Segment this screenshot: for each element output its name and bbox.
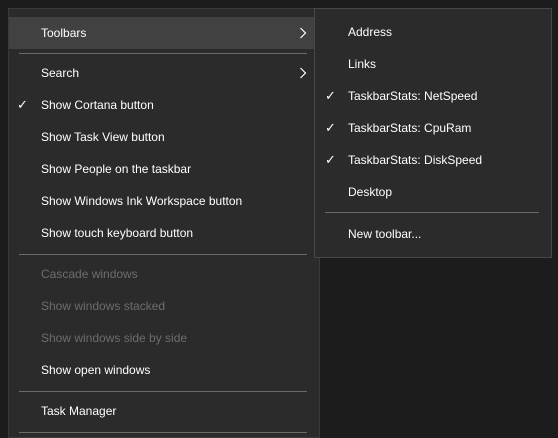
menu-item-label: Show Task View button — [41, 130, 165, 144]
taskbar-context-menu: Toolbars Search ✓ Show Cortana button Sh… — [8, 8, 320, 438]
menu-item-cascade-windows: Cascade windows — [9, 258, 319, 290]
menu-item-label: Cascade windows — [41, 267, 138, 281]
menu-item-show-open-windows[interactable]: Show open windows — [9, 354, 319, 386]
menu-item-show-people[interactable]: Show People on the taskbar — [9, 153, 319, 185]
chevron-right-icon — [299, 67, 307, 79]
submenu-item-address[interactable]: Address — [315, 16, 551, 48]
submenu-item-label: TaskbarStats: CpuRam — [348, 121, 472, 135]
checkmark-icon: ✓ — [325, 152, 336, 167]
submenu-item-taskbarstats-netspeed[interactable]: ✓ TaskbarStats: NetSpeed — [315, 80, 551, 112]
submenu-item-label: Links — [348, 57, 377, 71]
menu-separator — [19, 432, 307, 433]
menu-item-label: Show Windows Ink Workspace button — [41, 194, 243, 208]
menu-item-label: Show windows side by side — [41, 331, 188, 345]
menu-item-label: Search — [41, 66, 80, 80]
menu-item-show-cortana-button[interactable]: ✓ Show Cortana button — [9, 89, 319, 121]
checkmark-icon: ✓ — [325, 88, 336, 103]
menu-item-task-manager[interactable]: Task Manager — [9, 395, 319, 427]
submenu-item-new-toolbar[interactable]: New toolbar... — [315, 218, 551, 250]
submenu-item-label: New toolbar... — [348, 227, 422, 241]
submenu-item-desktop[interactable]: Desktop — [315, 176, 551, 208]
menu-item-search[interactable]: Search — [9, 57, 319, 89]
menu-item-label: Toolbars — [41, 26, 87, 40]
menu-separator — [19, 53, 307, 54]
submenu-separator — [325, 212, 539, 213]
submenu-item-taskbarstats-cpuram[interactable]: ✓ TaskbarStats: CpuRam — [315, 112, 551, 144]
menu-item-show-windows-stacked: Show windows stacked — [9, 290, 319, 322]
menu-item-label: Show People on the taskbar — [41, 162, 192, 176]
toolbars-submenu: Address Links ✓ TaskbarStats: NetSpeed ✓… — [314, 8, 552, 258]
menu-item-label: Show touch keyboard button — [41, 226, 194, 240]
menu-item-label: Show open windows — [41, 363, 151, 377]
menu-item-label: Task Manager — [41, 404, 117, 418]
submenu-item-taskbarstats-diskspeed[interactable]: ✓ TaskbarStats: DiskSpeed — [315, 144, 551, 176]
submenu-item-links[interactable]: Links — [315, 48, 551, 80]
checkmark-icon: ✓ — [17, 97, 28, 112]
menu-item-label: Show windows stacked — [41, 299, 166, 313]
desktop-background: Toolbars Search ✓ Show Cortana button Sh… — [0, 0, 558, 438]
menu-item-show-touch-keyboard[interactable]: Show touch keyboard button — [9, 217, 319, 249]
menu-item-show-task-view-button[interactable]: Show Task View button — [9, 121, 319, 153]
submenu-item-label: TaskbarStats: DiskSpeed — [348, 153, 483, 167]
menu-item-toolbars[interactable]: Toolbars — [9, 17, 319, 49]
menu-item-show-ink-workspace[interactable]: Show Windows Ink Workspace button — [9, 185, 319, 217]
chevron-right-icon — [299, 27, 307, 39]
submenu-item-label: Desktop — [348, 185, 393, 199]
submenu-item-label: Address — [348, 25, 393, 39]
checkmark-icon: ✓ — [325, 120, 336, 135]
menu-item-show-windows-side-by-side: Show windows side by side — [9, 322, 319, 354]
menu-separator — [19, 391, 307, 392]
menu-item-label: Show Cortana button — [41, 98, 154, 112]
menu-separator — [19, 254, 307, 255]
submenu-item-label: TaskbarStats: NetSpeed — [348, 89, 478, 103]
